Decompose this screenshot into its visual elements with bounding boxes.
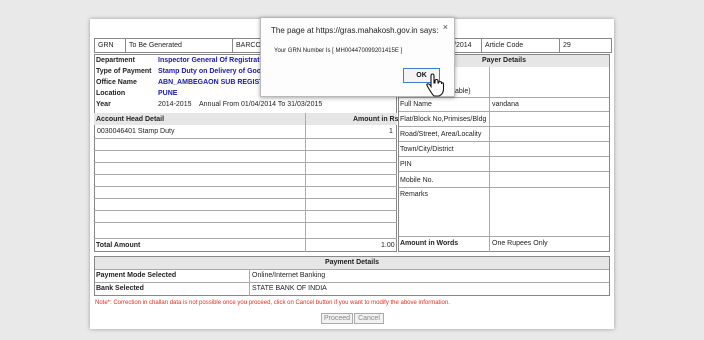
partial-label: able)	[455, 88, 471, 95]
hand-cursor-icon	[426, 73, 444, 97]
location-label: Location	[96, 90, 126, 97]
year-value: 2014-2015	[158, 101, 192, 108]
payment-type-label: Type of Payment	[96, 68, 152, 75]
grn-label: GRN	[95, 39, 126, 52]
dialog-title: The page at https://gras.mahakosh.gov.in…	[271, 26, 439, 35]
payment-mode-label: Payment Mode Selected	[96, 272, 177, 279]
bank-value: STATE BANK OF INDIA	[252, 285, 327, 292]
pin-label: PIN	[400, 161, 412, 168]
payment-type-value: Stamp Duty on Delivery of Goods	[158, 68, 270, 75]
full-name-value: vandana	[492, 101, 519, 108]
department-label: Department	[96, 57, 135, 64]
department-value: Inspector General Of Registration	[158, 57, 271, 64]
payment-details-header: Payment Details	[95, 257, 609, 269]
close-icon[interactable]: ×	[443, 22, 448, 32]
bank-label: Bank Selected	[96, 285, 144, 292]
total-amount-value: 1.00	[381, 242, 395, 249]
account-table-divider	[305, 113, 306, 252]
location-value: PUNE	[158, 90, 178, 97]
article-code-label: Article Code	[482, 39, 560, 52]
barcode-label: BARCOD	[236, 42, 263, 49]
amount-in-words-label: Amount in Words	[400, 240, 459, 247]
mobile-label: Mobile No.	[400, 177, 434, 184]
article-code-value: 29	[563, 42, 571, 49]
correction-note: Note*: Correction in challan data is not…	[95, 300, 450, 306]
payment-mode-value: Online/Internet Banking	[252, 272, 326, 279]
road-street-label: Road/Street, Area/Locality	[400, 131, 482, 138]
date-value: /2014	[451, 39, 482, 52]
year-label: Year	[96, 101, 111, 108]
office-name-label: Office Name	[96, 79, 137, 86]
amount-cell: 1	[389, 128, 393, 135]
total-amount-label: Total Amount	[96, 242, 141, 249]
full-name-label: Full Name	[400, 101, 432, 108]
remarks-label: Remarks	[400, 191, 429, 198]
flat-block-label: Flat/Block No,Primises/Bldg	[400, 116, 487, 123]
amount-in-words-value: One Rupees Only	[492, 240, 548, 247]
dialog-message: Your GRN Number Is [ MH004470099201415E …	[274, 48, 403, 54]
town-city-label: Town/City/District	[400, 146, 454, 153]
account-head-cell: 0030046401 Stamp Duty	[97, 128, 175, 135]
account-head-header: Account Head Detail	[96, 116, 165, 123]
amount-header: Amount in Rs	[353, 116, 399, 123]
cancel-button[interactable]: Cancel	[354, 313, 384, 324]
year-range: Annual From 01/04/2014 To 31/03/2015	[199, 101, 323, 108]
proceed-button[interactable]: Proceed	[321, 313, 353, 324]
grn-value: To Be Generated	[126, 39, 233, 52]
